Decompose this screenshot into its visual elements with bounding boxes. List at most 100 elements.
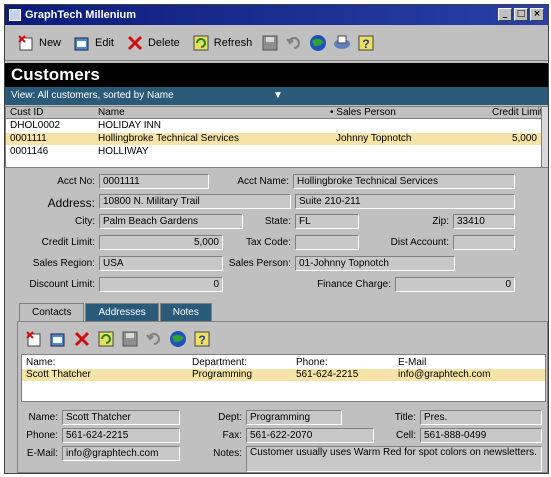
- notes-field[interactable]: Customer usually uses Warm Red for spot …: [246, 446, 542, 472]
- customers-grid: Cust ID Name • Sales Person Credit Limit…: [5, 106, 548, 168]
- dist-account-field[interactable]: [453, 235, 515, 250]
- maximize-button[interactable]: □: [514, 8, 528, 21]
- fax-field[interactable]: 561-622-2070: [246, 428, 374, 443]
- column-header-phone[interactable]: Phone:: [296, 357, 328, 369]
- close-button[interactable]: ×: [530, 8, 544, 21]
- dept-label: Dept:: [218, 412, 242, 423]
- row-sales-person: Johnny Topnotch: [336, 133, 412, 144]
- acct-no-field[interactable]: 0001111: [99, 174, 209, 189]
- help-icon[interactable]: ?: [191, 328, 213, 350]
- new-label: New: [39, 36, 62, 49]
- contact-name-field[interactable]: Scott Thatcher: [62, 410, 180, 425]
- save-icon[interactable]: [119, 328, 141, 350]
- tax-code-label: Tax Code:: [245, 237, 291, 248]
- delete-icon[interactable]: [71, 328, 93, 350]
- view-label: View: All customers, sorted by Name: [11, 90, 174, 101]
- table-row[interactable]: DHOL0002 HOLIDAY INN: [6, 120, 543, 132]
- contact-details: Name: Scott Thatcher Dept: Programming T…: [18, 406, 547, 472]
- new-icon: [17, 34, 35, 52]
- table-row-selected[interactable]: 0001111 Hollingbroke Technical Services …: [6, 133, 543, 145]
- new-icon[interactable]: [23, 328, 45, 350]
- acct-name-field[interactable]: Hollingbroke Technical Services: [293, 174, 515, 189]
- row-cust-id: 0001146: [10, 146, 49, 157]
- edit-button[interactable]: Edit: [67, 29, 120, 57]
- contacts-header: Name: Department: Phone: E-Mail: [22, 357, 545, 369]
- phone-field[interactable]: 561-624-2215: [62, 428, 180, 443]
- column-header-name[interactable]: Name: [98, 107, 125, 119]
- tab-addresses[interactable]: Addresses: [85, 303, 159, 321]
- finance-charge-label: Finance Charge:: [317, 279, 391, 290]
- row-name: HOLIDAY INN: [98, 120, 161, 131]
- finance-charge-field[interactable]: 0: [395, 277, 515, 292]
- discount-limit-field[interactable]: 0: [99, 277, 223, 292]
- view-selector[interactable]: View: All customers, sorted by Name ▼: [5, 87, 548, 105]
- state-label: State:: [264, 216, 291, 227]
- zip-field[interactable]: 33410: [453, 214, 515, 229]
- contact-phone: 561-624-2215: [296, 369, 359, 380]
- table-row[interactable]: 0001146 HOLLIWAY: [6, 146, 543, 158]
- refresh-label: Refresh: [213, 36, 253, 49]
- print-icon[interactable]: [331, 32, 353, 54]
- detail-tabs: Contacts Addresses Notes: [19, 303, 213, 321]
- contacts-panel: ? Name: Department: Phone: E-Mail Scott …: [17, 321, 548, 473]
- city-field[interactable]: Palm Beach Gardens: [99, 214, 243, 229]
- row-name: Hollingbroke Technical Services: [98, 133, 239, 144]
- address1-field[interactable]: 10800 N. Military Trail: [99, 194, 291, 209]
- column-header-email[interactable]: E-Mail: [398, 357, 426, 369]
- column-header-cust-id[interactable]: Cust ID: [10, 107, 43, 119]
- page-title: Customers: [5, 63, 548, 87]
- tab-contacts[interactable]: Contacts: [19, 303, 85, 321]
- email-field[interactable]: info@graphtech.com: [62, 446, 180, 461]
- edit-icon[interactable]: [47, 328, 69, 350]
- acct-name-label: Acct Name:: [237, 176, 289, 187]
- column-header-sales-person[interactable]: • Sales Person: [330, 107, 396, 119]
- phone-label: Phone:: [26, 430, 58, 441]
- help-icon[interactable]: ?: [355, 32, 377, 54]
- column-header-name[interactable]: Name:: [26, 357, 55, 369]
- globe-icon[interactable]: [167, 328, 189, 350]
- delete-label: Delete: [147, 36, 180, 49]
- address-label: Address:: [47, 196, 95, 210]
- svg-text:?: ?: [198, 333, 205, 347]
- table-row-selected[interactable]: Scott Thatcher Programming 561-624-2215 …: [22, 369, 545, 381]
- address2-field[interactable]: Suite 210-211: [295, 194, 515, 209]
- minimize-button[interactable]: _: [498, 8, 512, 21]
- refresh-icon[interactable]: [95, 328, 117, 350]
- row-name: HOLLIWAY: [98, 146, 149, 157]
- svg-text:?: ?: [363, 37, 370, 51]
- cell-label: Cell:: [395, 430, 416, 441]
- save-icon[interactable]: [259, 32, 281, 54]
- sales-region-label: Sales Region:: [32, 258, 95, 269]
- undo-icon[interactable]: [143, 328, 165, 350]
- row-cust-id: DHOL0002: [10, 120, 61, 131]
- sales-person-field[interactable]: 01-Johnny Topnotch: [295, 256, 455, 271]
- globe-icon[interactable]: [307, 32, 329, 54]
- title-bar: GraphTech Millenium _ □ ×: [5, 5, 548, 25]
- dept-field[interactable]: Programming: [246, 410, 342, 425]
- contact-name: Scott Thatcher: [26, 369, 91, 380]
- refresh-icon: [192, 34, 210, 52]
- state-field[interactable]: FL: [295, 214, 359, 229]
- delete-button[interactable]: Delete: [120, 29, 186, 57]
- tax-code-field[interactable]: [295, 235, 359, 250]
- undo-icon[interactable]: [283, 32, 305, 54]
- grid-scrollbar[interactable]: [541, 107, 548, 167]
- notes-label: Notes:: [213, 448, 242, 459]
- edit-icon: [73, 34, 91, 52]
- title-field[interactable]: Pres.: [420, 410, 542, 425]
- cell-field[interactable]: 561-888-0499: [420, 428, 542, 443]
- column-header-credit-limit[interactable]: Credit Limit: [492, 107, 543, 119]
- credit-limit-field[interactable]: 5,000: [99, 235, 223, 250]
- zip-label: Zip:: [432, 216, 449, 227]
- column-header-department[interactable]: Department:: [192, 357, 247, 369]
- title-label: Title:: [394, 412, 416, 423]
- sales-region-field[interactable]: USA: [99, 256, 223, 271]
- delete-icon: [126, 34, 144, 52]
- refresh-button[interactable]: Refresh: [186, 29, 259, 57]
- app-icon: [9, 9, 21, 21]
- new-button[interactable]: New: [11, 29, 67, 57]
- tab-notes[interactable]: Notes: [159, 303, 212, 321]
- chevron-down-icon[interactable]: ▼: [273, 87, 283, 105]
- fax-label: Fax:: [222, 430, 242, 441]
- contacts-toolbar: ?: [22, 328, 214, 350]
